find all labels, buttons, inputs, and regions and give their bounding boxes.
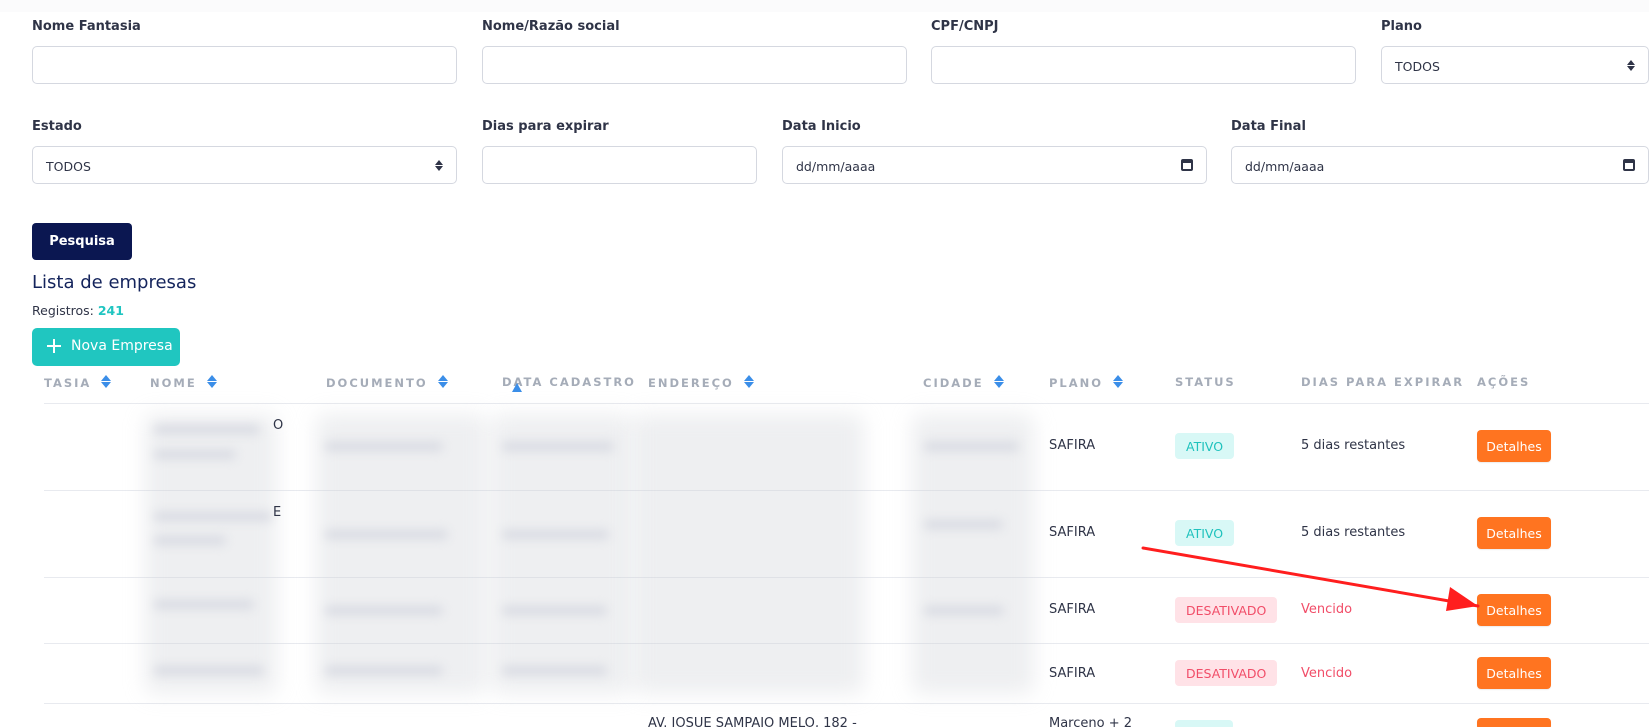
address-cell: AV. JOSUE SAMPAIO MELO, 182 - bbox=[648, 716, 857, 727]
calendar-icon[interactable] bbox=[1181, 159, 1193, 171]
blurred-name-text bbox=[154, 666, 264, 675]
sort-icon[interactable] bbox=[100, 375, 112, 389]
blurred-city-column bbox=[912, 414, 1034, 694]
dias-para-expirar-label: Dias para expirar bbox=[482, 119, 609, 134]
new-company-label: Nova Empresa bbox=[71, 338, 173, 354]
details-button[interactable]: Detalhes bbox=[1477, 430, 1551, 462]
cpf-cnpj-label: CPF/CNPJ bbox=[931, 19, 999, 34]
status-badge: ATIVO bbox=[1175, 433, 1235, 459]
partial-name-text: O bbox=[273, 418, 284, 433]
days-to-expire-cell: 5 dias restantes bbox=[1301, 525, 1406, 540]
plus-icon bbox=[47, 339, 61, 353]
plano-selected-value: TODOS bbox=[1395, 59, 1440, 74]
estado-label: Estado bbox=[32, 119, 82, 134]
data-final-input[interactable]: dd/mm/aaaa bbox=[1231, 146, 1649, 184]
data-inicio-input[interactable]: dd/mm/aaaa bbox=[782, 146, 1207, 184]
blurred-document-text bbox=[325, 442, 443, 451]
sort-icon[interactable] bbox=[437, 375, 448, 389]
cpf-cnpj-input[interactable] bbox=[931, 46, 1356, 84]
table-row-divider bbox=[44, 703, 1649, 704]
sort-icon[interactable] bbox=[743, 375, 754, 389]
estado-select[interactable]: TODOS bbox=[32, 146, 457, 184]
table-header-divider bbox=[44, 403, 1649, 404]
column-header-plano[interactable]: PLANO bbox=[1049, 375, 1124, 391]
data-final-value: dd/mm/aaaa bbox=[1245, 159, 1325, 174]
plan-cell: SAFIRA bbox=[1049, 525, 1096, 540]
blurred-date-text bbox=[502, 606, 607, 615]
column-header-nome[interactable]: NOME bbox=[150, 375, 217, 391]
plano-select[interactable]: TODOS bbox=[1381, 46, 1649, 84]
select-arrows-icon bbox=[1626, 58, 1636, 72]
plan-cell: SAFIRA bbox=[1049, 438, 1096, 453]
blurred-document-text bbox=[325, 606, 443, 615]
column-header-status: STATUS bbox=[1175, 375, 1236, 389]
sort-up-icon[interactable] bbox=[512, 383, 522, 392]
data-final-label: Data Final bbox=[1231, 119, 1306, 134]
column-header-dias-para-expirar: DIAS PARA EXPIRAR bbox=[1301, 375, 1465, 389]
records-count: Registros: 241 bbox=[32, 303, 124, 318]
blurred-name-text bbox=[154, 536, 226, 545]
column-header-documento[interactable]: DOCUMENTO bbox=[326, 375, 448, 391]
details-button[interactable] bbox=[1477, 718, 1551, 727]
plan-cell: Marceno + 2 bbox=[1049, 716, 1133, 727]
days-to-expire-cell: Vencido bbox=[1301, 666, 1353, 681]
plano-label: Plano bbox=[1381, 19, 1422, 34]
column-header-data-cadastro[interactable]: DATA CADASTRO bbox=[502, 375, 636, 391]
records-number: 241 bbox=[97, 303, 124, 318]
partial-name-text: E bbox=[273, 505, 282, 520]
blurred-name-text bbox=[154, 512, 272, 521]
column-header-nome-fantasia[interactable]: TASIA bbox=[44, 375, 112, 391]
blurred-city-text bbox=[924, 520, 1003, 529]
estado-selected-value: TODOS bbox=[46, 159, 91, 174]
sort-icon[interactable] bbox=[206, 375, 217, 389]
blurred-document-column bbox=[316, 414, 486, 694]
sort-icon[interactable] bbox=[1112, 375, 1124, 389]
search-button[interactable]: Pesquisa bbox=[32, 223, 132, 260]
nome-razao-social-label: Nome/Razão social bbox=[482, 19, 620, 34]
dias-para-expirar-input[interactable] bbox=[482, 146, 757, 184]
blurred-document-text bbox=[325, 666, 443, 675]
plan-cell: SAFIRA bbox=[1049, 602, 1096, 617]
blurred-date-text bbox=[502, 666, 607, 675]
records-label: Registros: bbox=[32, 303, 94, 318]
status-badge: ATIVO bbox=[1175, 520, 1235, 546]
blurred-address-column bbox=[634, 414, 864, 694]
status-badge: DESATIVADO bbox=[1175, 660, 1278, 686]
nome-fantasia-input[interactable] bbox=[32, 46, 457, 84]
days-to-expire-cell: 5 dias restantes bbox=[1301, 438, 1406, 453]
top-background-strip bbox=[0, 0, 1649, 12]
column-header-acoes: AÇÕES bbox=[1477, 375, 1531, 389]
blurred-date-column bbox=[492, 414, 632, 694]
blurred-city-text bbox=[924, 442, 1019, 451]
data-inicio-value: dd/mm/aaaa bbox=[796, 159, 876, 174]
blurred-document-text bbox=[325, 530, 448, 539]
column-header-cidade[interactable]: CIDADE bbox=[923, 375, 1004, 391]
annotation-arrow-icon bbox=[1141, 546, 1480, 611]
data-inicio-label: Data Inicio bbox=[782, 119, 861, 134]
blurred-city-text bbox=[924, 606, 1004, 615]
status-badge bbox=[1175, 720, 1233, 727]
blurred-name-text bbox=[154, 450, 236, 459]
blurred-name-text bbox=[154, 425, 260, 434]
column-header-endereco[interactable]: ENDEREÇO bbox=[648, 375, 754, 391]
details-button[interactable]: Detalhes bbox=[1477, 657, 1551, 689]
nome-fantasia-label: Nome Fantasia bbox=[32, 19, 141, 34]
blurred-date-text bbox=[502, 530, 609, 539]
plan-cell: SAFIRA bbox=[1049, 666, 1096, 681]
nome-razao-social-input[interactable] bbox=[482, 46, 907, 84]
select-arrows-icon bbox=[434, 158, 444, 172]
page-title: Lista de empresas bbox=[32, 272, 197, 293]
calendar-icon[interactable] bbox=[1623, 159, 1635, 171]
blurred-name-text bbox=[154, 600, 254, 609]
blurred-date-text bbox=[502, 442, 614, 451]
new-company-button[interactable]: Nova Empresa bbox=[32, 328, 180, 366]
sort-icon[interactable] bbox=[993, 375, 1004, 389]
